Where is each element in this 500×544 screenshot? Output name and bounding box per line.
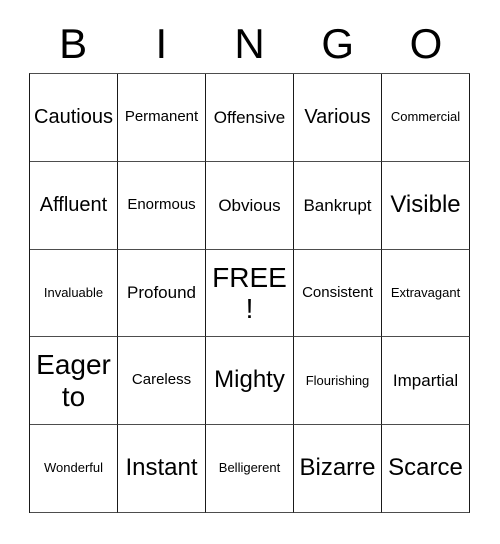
bingo-cell-label: Impartial bbox=[392, 371, 459, 391]
bingo-header-letter-g: G bbox=[321, 19, 355, 67]
bingo-cell-g2[interactable]: Bankrupt bbox=[294, 161, 382, 250]
bingo-header: B I N G O bbox=[29, 14, 470, 73]
bingo-cell-o4[interactable]: Impartial bbox=[382, 337, 470, 426]
bingo-cell-g3[interactable]: Consistent bbox=[294, 249, 382, 338]
bingo-cell-label: Careless bbox=[131, 371, 192, 389]
bingo-cell-i1[interactable]: Permanent bbox=[118, 74, 206, 162]
bingo-cell-label: Affluent bbox=[39, 194, 108, 216]
bingo-cell-label: Bizarre bbox=[299, 454, 376, 482]
bingo-cell-free-space[interactable]: FREE! bbox=[206, 249, 294, 338]
bingo-cell-label: Visible bbox=[390, 190, 461, 218]
bingo-cell-g4[interactable]: Flourishing bbox=[294, 337, 382, 426]
bingo-cell-n1[interactable]: Offensive bbox=[206, 74, 294, 162]
bingo-cell-label: Cautious bbox=[34, 106, 113, 129]
bingo-cell-label: Commercial bbox=[390, 109, 461, 125]
bingo-cell-b4[interactable]: Eager to bbox=[30, 337, 118, 426]
bingo-cell-o2[interactable]: Visible bbox=[382, 161, 470, 250]
bingo-cell-o5[interactable]: Scarce bbox=[382, 425, 470, 513]
bingo-cell-i5[interactable]: Instant bbox=[118, 425, 206, 513]
bingo-cell-o1[interactable]: Commercial bbox=[382, 74, 470, 162]
bingo-cell-g1[interactable]: Various bbox=[294, 74, 382, 162]
bingo-cell-b5[interactable]: Wonderful bbox=[30, 425, 118, 513]
bingo-header-letter-n: N bbox=[234, 19, 265, 67]
bingo-cell-label: Profound bbox=[127, 283, 196, 303]
bingo-cell-n5[interactable]: Belligerent bbox=[206, 425, 294, 513]
bingo-cell-label: Bankrupt bbox=[303, 195, 372, 215]
bingo-free-space-label: FREE! bbox=[212, 261, 287, 324]
bingo-cell-label: Various bbox=[304, 106, 371, 129]
bingo-cell-label: Permanent bbox=[124, 108, 199, 125]
bingo-cell-label: Belligerent bbox=[218, 460, 281, 476]
bingo-cell-b2[interactable]: Affluent bbox=[30, 161, 118, 250]
bingo-cell-o3[interactable]: Extravagant bbox=[382, 249, 470, 338]
bingo-grid: Cautious Permanent Offensive Various Com… bbox=[29, 73, 470, 513]
bingo-cell-label: Obvious bbox=[218, 195, 281, 215]
bingo-cell-label: Enormous bbox=[127, 195, 196, 213]
bingo-header-letter-i: I bbox=[155, 19, 168, 67]
bingo-cell-i3[interactable]: Profound bbox=[118, 249, 206, 338]
bingo-cell-i4[interactable]: Careless bbox=[118, 337, 206, 426]
bingo-cell-n4[interactable]: Mighty bbox=[206, 337, 294, 426]
bingo-header-letter-b: B bbox=[59, 19, 88, 67]
bingo-cell-i2[interactable]: Enormous bbox=[118, 161, 206, 250]
bingo-cell-label: Instant bbox=[125, 454, 198, 482]
bingo-cell-g5[interactable]: Bizarre bbox=[294, 425, 382, 513]
bingo-cell-n2[interactable]: Obvious bbox=[206, 161, 294, 250]
bingo-cell-label: Offensive bbox=[213, 107, 286, 127]
bingo-cell-label: Wonderful bbox=[43, 460, 103, 476]
bingo-header-letter-o: O bbox=[409, 19, 443, 67]
bingo-cell-label: Scarce bbox=[388, 454, 463, 482]
bingo-cell-label: Flourishing bbox=[305, 372, 370, 388]
bingo-cell-b3[interactable]: Invaluable bbox=[30, 249, 118, 338]
bingo-card: B I N G O Cautious Permanent Offensive V… bbox=[0, 0, 500, 544]
bingo-cell-b1[interactable]: Cautious bbox=[30, 74, 118, 162]
bingo-cell-label: Invaluable bbox=[43, 284, 104, 300]
bingo-cell-label: Mighty bbox=[214, 366, 285, 394]
bingo-cell-label: Extravagant bbox=[390, 284, 461, 300]
bingo-cell-label: Consistent bbox=[302, 283, 373, 301]
bingo-cell-label: Eager to bbox=[36, 349, 111, 412]
